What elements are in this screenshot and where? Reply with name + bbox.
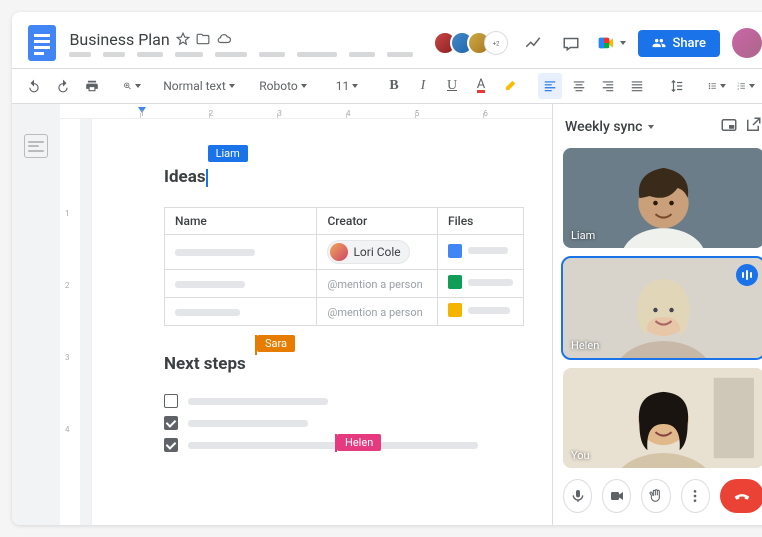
- text-color-button[interactable]: A: [469, 73, 493, 99]
- print-button[interactable]: [80, 73, 104, 99]
- mention-placeholder[interactable]: @mention a person: [327, 306, 422, 319]
- outline-icon[interactable]: [24, 134, 48, 158]
- camera-button[interactable]: [602, 479, 631, 513]
- ideas-table[interactable]: Name Creator Files Lori Cole @mention a …: [164, 207, 524, 326]
- menu-bar[interactable]: [69, 52, 413, 57]
- liam-cursor: [206, 169, 208, 187]
- doc-area: 123456 1 2 3 4 IdeasLiam Name Creator Fi…: [60, 104, 552, 525]
- title-block: Business Plan: [69, 30, 413, 57]
- more-options-button[interactable]: [681, 479, 710, 513]
- app-window: Business Plan +2: [12, 12, 762, 525]
- table-row[interactable]: @mention a person: [165, 298, 524, 326]
- vertical-ruler[interactable]: 1 2 3 4: [60, 119, 80, 525]
- table-row[interactable]: @mention a person: [165, 270, 524, 298]
- toolbar: Normal text Roboto 11 B I U A 123 G: [12, 68, 762, 104]
- move-icon[interactable]: [196, 32, 210, 46]
- zoom-selector[interactable]: [120, 73, 144, 99]
- align-right-button[interactable]: [596, 73, 620, 99]
- pip-icon[interactable]: [720, 116, 738, 138]
- align-center-button[interactable]: [567, 73, 591, 99]
- popout-icon[interactable]: [744, 116, 762, 138]
- line-spacing-button[interactable]: [665, 73, 689, 99]
- chevron-down-icon[interactable]: [648, 125, 654, 129]
- doc-title[interactable]: Business Plan: [69, 30, 169, 49]
- mic-button[interactable]: [563, 479, 592, 513]
- checklist-item[interactable]: [164, 394, 524, 408]
- comments-icon[interactable]: [558, 30, 584, 56]
- meet-controls: [563, 469, 762, 513]
- highlight-button[interactable]: [498, 73, 522, 99]
- helen-cursor-flag: Helen: [335, 434, 337, 452]
- numbered-list-button[interactable]: 123: [734, 73, 758, 99]
- heading-next-steps[interactable]: Next steps: [164, 354, 246, 374]
- share-label: Share: [672, 36, 706, 51]
- sara-cursor-flag: Sara: [255, 335, 257, 355]
- checkbox-checked-icon[interactable]: [164, 438, 178, 452]
- col-files: Files: [438, 208, 524, 235]
- checkbox-unchecked-icon[interactable]: [164, 394, 178, 408]
- sheets-file-icon: [448, 275, 462, 289]
- share-button[interactable]: Share: [638, 30, 720, 57]
- body: 123456 1 2 3 4 IdeasLiam Name Creator Fi…: [12, 104, 762, 525]
- person-chip[interactable]: Lori Cole: [327, 240, 409, 264]
- document-page[interactable]: IdeasLiam Name Creator Files Lori Cole: [92, 119, 552, 525]
- col-creator: Creator: [317, 208, 438, 235]
- horizontal-ruler[interactable]: 123456: [60, 104, 552, 119]
- align-left-button[interactable]: [538, 73, 562, 99]
- activity-icon[interactable]: [520, 30, 546, 56]
- mention-placeholder[interactable]: @mention a person: [327, 278, 422, 291]
- font-selector[interactable]: Roboto: [254, 73, 312, 99]
- docs-file-icon: [448, 244, 462, 258]
- bulleted-list-button[interactable]: [705, 73, 729, 99]
- meet-title[interactable]: Weekly sync: [565, 119, 642, 135]
- slides-file-icon: [448, 303, 462, 317]
- video-tile-liam[interactable]: Liam: [563, 148, 762, 248]
- collab-area: +2 Share: [433, 28, 762, 58]
- raise-hand-button[interactable]: [641, 479, 670, 513]
- star-icon[interactable]: [176, 32, 190, 46]
- align-justify-button[interactable]: [625, 73, 649, 99]
- heading-ideas[interactable]: Ideas: [164, 167, 206, 187]
- checklist-item[interactable]: [164, 416, 524, 430]
- underline-button[interactable]: U: [440, 73, 464, 99]
- account-avatar[interactable]: [732, 28, 762, 58]
- cloud-saved-icon[interactable]: [216, 32, 232, 46]
- video-tiles: Liam Helen You: [563, 148, 762, 469]
- tile-name: Liam: [571, 229, 595, 242]
- presence-avatars[interactable]: +2: [433, 31, 508, 55]
- svg-text:+2: +2: [493, 41, 500, 48]
- end-call-button[interactable]: [720, 479, 762, 513]
- tile-name: Helen: [571, 339, 599, 352]
- style-selector[interactable]: Normal text: [160, 73, 238, 99]
- col-name: Name: [165, 208, 317, 235]
- table-row[interactable]: Lori Cole: [165, 235, 524, 270]
- liam-flag: Liam: [208, 145, 248, 162]
- meet-button[interactable]: [596, 34, 626, 52]
- tile-name: You: [571, 449, 590, 462]
- meet-panel: Weekly sync Liam Helen You: [552, 104, 762, 525]
- italic-button[interactable]: I: [411, 73, 435, 99]
- speaking-indicator-icon: [736, 264, 758, 286]
- redo-button[interactable]: [51, 73, 75, 99]
- meet-header: Weekly sync: [563, 112, 762, 148]
- docs-logo[interactable]: [24, 25, 59, 61]
- video-tile-helen[interactable]: Helen: [563, 258, 762, 358]
- checkbox-checked-icon[interactable]: [164, 416, 178, 430]
- bold-button[interactable]: B: [382, 73, 406, 99]
- video-tile-you[interactable]: You: [563, 368, 762, 468]
- header-bar: Business Plan +2: [12, 12, 762, 68]
- undo-button[interactable]: [22, 73, 46, 99]
- font-size-selector[interactable]: 11: [328, 73, 366, 99]
- left-rail: [12, 104, 60, 525]
